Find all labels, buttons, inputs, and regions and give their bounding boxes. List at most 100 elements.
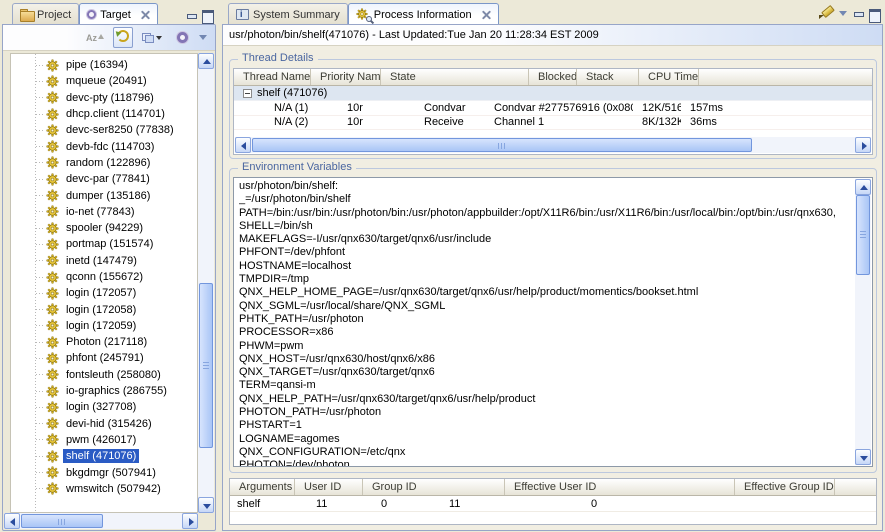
column-header[interactable]: Thread Name (ID) (234, 69, 311, 85)
tree-item[interactable]: phfont (245791) (11, 350, 197, 366)
scroll-up-icon[interactable] (198, 53, 214, 69)
column-header[interactable]: Group ID (363, 479, 505, 495)
column-header[interactable]: Priority Name (311, 69, 381, 85)
maximize-icon[interactable] (202, 10, 212, 20)
scroll-up-icon[interactable] (855, 179, 871, 195)
column-header[interactable]: Effective User ID (505, 479, 735, 495)
tree-item[interactable]: devc-pty (118796) (11, 90, 197, 106)
thread-group-row[interactable]: shelf (471076) (234, 86, 872, 101)
tree-item[interactable]: random (122896) (11, 155, 197, 171)
tab-target-label: Target (100, 8, 131, 21)
tab-project-label: Project (37, 8, 71, 21)
column-header[interactable]: User ID (295, 479, 363, 495)
tree-connector (36, 423, 45, 424)
tree-item[interactable]: inetd (147479) (11, 253, 197, 269)
thread-horizontal-scrollbar[interactable] (235, 137, 871, 153)
arguments-cell: shelf (230, 498, 309, 510)
column-header[interactable]: Stack (577, 69, 639, 85)
close-icon[interactable] (141, 10, 150, 19)
tree-item[interactable]: login (172059) (11, 318, 197, 334)
close-icon[interactable] (482, 10, 491, 19)
thread-row[interactable]: N/A (2) 10r Receive Channel 1 8K/132K 36… (234, 116, 872, 131)
maximize-icon[interactable] (869, 9, 879, 19)
column-header[interactable]: CPU Time (639, 69, 699, 85)
scroll-thumb[interactable] (856, 195, 870, 275)
tree-connector (36, 358, 45, 359)
tree-item[interactable]: devc-ser8250 (77838) (11, 122, 197, 138)
column-header[interactable]: Blocked on (529, 69, 577, 85)
tree-item[interactable]: fontsleuth (258080) (11, 367, 197, 383)
scroll-thumb[interactable] (21, 514, 103, 528)
refresh-button[interactable] (113, 27, 133, 48)
tree-item[interactable]: pipe (16394) (11, 57, 197, 73)
tree-item-label: login (327708) (63, 400, 139, 414)
tab-project[interactable]: Project (12, 3, 79, 24)
process-table-row[interactable]: shelf 11 0 11 0 (230, 496, 876, 512)
tree-item[interactable]: io-graphics (286755) (11, 383, 197, 399)
environment-text-area[interactable]: usr/photon/bin/shelf:_=/usr/photon/bin/s… (233, 177, 873, 467)
tree-item[interactable]: dumper (135186) (11, 187, 197, 203)
tree-connector (36, 391, 45, 392)
tree-item[interactable]: spooler (94229) (11, 220, 197, 236)
tree-item[interactable]: devb-fdc (114703) (11, 138, 197, 154)
environment-vertical-scrollbar[interactable] (855, 179, 871, 465)
process-table-header[interactable]: ArgumentsUser IDGroup IDEffective User I… (230, 479, 876, 496)
minimize-icon[interactable] (186, 11, 196, 20)
gear-icon (46, 173, 59, 186)
column-header[interactable]: Effective Group ID (735, 479, 835, 495)
tree-connector (36, 277, 45, 278)
tree-item[interactable]: login (327708) (11, 399, 197, 415)
tree-connector (36, 488, 45, 489)
tree-item[interactable]: shelf (471076) (11, 448, 197, 464)
tree-item-label: mqueue (20491) (63, 74, 150, 88)
view-menu-chevron-icon[interactable] (839, 11, 847, 16)
scroll-down-icon[interactable] (198, 497, 214, 513)
tree-item[interactable]: Photon (217118) (11, 334, 197, 350)
thread-table[interactable]: Thread Name (ID)Priority NameStateBlocke… (233, 68, 873, 155)
scroll-right-icon[interactable] (855, 137, 871, 153)
tree-item[interactable]: io-net (77843) (11, 204, 197, 220)
tree-item[interactable]: mqueue (20491) (11, 73, 197, 89)
minimize-icon[interactable] (853, 9, 863, 18)
thread-row[interactable]: N/A (1) 10r Condvar Condvar #277576916 (… (234, 101, 872, 116)
magnifier-icon (366, 16, 372, 22)
tree-item-label: pwm (426017) (63, 433, 139, 447)
sort-az-icon[interactable]: Az (86, 33, 104, 43)
tree-item[interactable]: login (172058) (11, 301, 197, 317)
tree-vertical-scrollbar[interactable] (198, 53, 214, 513)
tab-system-summary[interactable]: System Summary (228, 3, 348, 24)
tree-item[interactable]: qconn (155672) (11, 269, 197, 285)
tree-item[interactable]: dhcp.client (114701) (11, 106, 197, 122)
layout-dropdown-button[interactable] (142, 33, 162, 43)
tree-item[interactable]: devi-hid (315426) (11, 416, 197, 432)
process-tree[interactable]: pipe (16394) mqueue (20491) devc-pty (11… (10, 53, 198, 513)
scroll-thumb[interactable] (252, 138, 752, 152)
scroll-right-icon[interactable] (182, 513, 198, 529)
scroll-left-icon[interactable] (4, 513, 20, 529)
refresh-icon (117, 30, 129, 42)
target-circle-icon[interactable] (177, 32, 188, 43)
tree-item[interactable]: login (172057) (11, 285, 197, 301)
tree-item[interactable]: portmap (151574) (11, 236, 197, 252)
column-header[interactable]: State (381, 69, 529, 85)
view-menu-chevron-icon[interactable] (199, 35, 207, 40)
scroll-thumb[interactable] (199, 283, 213, 448)
tab-process-information[interactable]: Process Information (348, 3, 499, 24)
tree-item-label: inetd (147479) (63, 254, 140, 268)
gear-icon (46, 417, 59, 430)
highlight-pen-icon[interactable] (819, 7, 833, 20)
process-arguments-table[interactable]: ArgumentsUser IDGroup IDEffective User I… (229, 478, 877, 525)
column-header[interactable]: Arguments (230, 479, 295, 495)
tree-item[interactable]: wmswitch (507942) (11, 481, 197, 497)
tree-item[interactable]: bkgdmgr (507941) (11, 464, 197, 480)
tree-item[interactable]: pwm (426017) (11, 432, 197, 448)
tree-connector (36, 309, 45, 310)
tree-horizontal-scrollbar[interactable] (4, 513, 198, 529)
scroll-left-icon[interactable] (235, 137, 251, 153)
tab-target[interactable]: Target (79, 3, 158, 24)
gear-icon (46, 222, 59, 235)
collapse-minus-icon[interactable] (243, 89, 252, 98)
thread-table-header[interactable]: Thread Name (ID)Priority NameStateBlocke… (234, 69, 872, 86)
scroll-down-icon[interactable] (855, 449, 871, 465)
tree-item[interactable]: devc-par (77841) (11, 171, 197, 187)
